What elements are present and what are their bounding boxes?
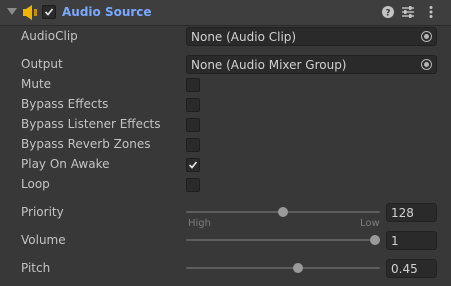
volume-input[interactable]: 1 [386, 231, 437, 250]
play-on-awake-label: Play On Awake [21, 157, 110, 171]
output-value: None (Audio Mixer Group) [191, 58, 347, 72]
mute-label: Mute [21, 77, 52, 91]
checkmark-icon [44, 8, 54, 16]
foldout-arrow-icon[interactable] [7, 8, 17, 15]
priority-max-caption: Low [360, 218, 380, 229]
volume-slider-track[interactable] [186, 239, 380, 241]
audio-clip-label: AudioClip [21, 29, 78, 43]
object-picker-icon[interactable] [421, 31, 432, 42]
component-title: Audio Source [62, 5, 152, 19]
loop-label: Loop [21, 177, 50, 191]
pitch-label: Pitch [21, 261, 51, 275]
pitch-input[interactable]: 0.45 [386, 259, 437, 278]
context-menu-icon[interactable] [424, 5, 438, 19]
output-field[interactable]: None (Audio Mixer Group) [186, 55, 437, 74]
svg-text:?: ? [385, 9, 390, 19]
pitch-slider-thumb[interactable] [292, 263, 303, 273]
preset-icon[interactable] [401, 5, 415, 19]
component-header: Audio Source ? [0, 0, 451, 26]
bypass-reverb-zones-checkbox[interactable] [186, 138, 200, 152]
bypass-effects-checkbox[interactable] [186, 98, 200, 112]
priority-value: 128 [391, 206, 414, 220]
mute-checkbox[interactable] [186, 78, 200, 92]
bypass-effects-label: Bypass Effects [21, 97, 109, 111]
priority-slider-thumb[interactable] [278, 207, 288, 217]
audio-clip-value: None (Audio Clip) [191, 30, 297, 44]
priority-input[interactable]: 128 [386, 203, 437, 222]
priority-label: Priority [21, 205, 64, 219]
bypass-listener-effects-label: Bypass Listener Effects [21, 117, 161, 131]
loop-checkbox[interactable] [186, 178, 200, 192]
volume-label: Volume [21, 233, 66, 247]
bypass-reverb-zones-label: Bypass Reverb Zones [21, 137, 151, 151]
bypass-listener-effects-checkbox[interactable] [186, 118, 200, 132]
play-on-awake-checkbox[interactable] [186, 158, 200, 172]
checkmark-icon [188, 161, 198, 169]
volume-slider-thumb[interactable] [370, 235, 380, 245]
help-icon[interactable]: ? [381, 5, 395, 19]
output-label: Output [21, 57, 63, 71]
audio-clip-field[interactable]: None (Audio Clip) [186, 27, 437, 46]
volume-value: 1 [391, 234, 399, 248]
object-picker-icon[interactable] [421, 59, 432, 70]
pitch-value: 0.45 [391, 262, 418, 276]
speaker-icon [23, 5, 37, 20]
component-enabled-checkbox[interactable] [42, 5, 56, 19]
priority-min-caption: High [188, 218, 211, 229]
pitch-slider-track[interactable] [186, 267, 380, 269]
